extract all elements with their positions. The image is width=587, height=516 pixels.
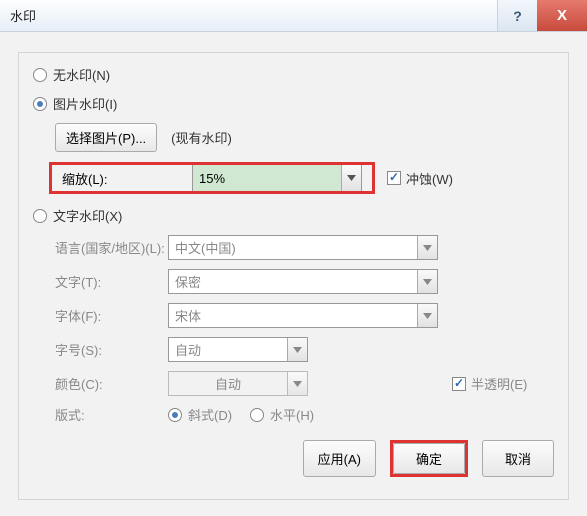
scale-row: 缩放(L): 15% 冲蚀(W) <box>49 162 554 194</box>
color-combo[interactable]: 自动 <box>168 371 308 396</box>
options-group: 无水印(N) 图片水印(I) 选择图片(P)... (现有水印) 缩放(L): … <box>18 52 569 500</box>
color-value: 自动 <box>169 374 287 393</box>
washout-option: 冲蚀(W) <box>387 169 453 188</box>
size-combo[interactable]: 自动 <box>168 337 308 362</box>
radio-diagonal-label: 斜式(D) <box>188 405 232 424</box>
color-row: 颜色(C): 自动 半透明(E) <box>33 371 554 396</box>
radio-text-watermark[interactable] <box>33 209 47 223</box>
semitransparent-label: 半透明(E) <box>471 374 527 393</box>
radio-no-watermark-label: 无水印(N) <box>53 65 110 84</box>
layout-radios: 斜式(D) 水平(H) <box>168 405 314 424</box>
select-picture-button[interactable]: 选择图片(P)... <box>55 123 157 152</box>
washout-label: 冲蚀(W) <box>406 169 453 188</box>
dialog-buttons: 应用(A) 确定 取消 <box>33 440 554 477</box>
dialog-title: 水印 <box>10 6 497 25</box>
radio-picture-watermark-row: 图片水印(I) <box>33 94 554 113</box>
color-label: 颜色(C): <box>33 374 168 393</box>
chevron-down-icon <box>287 372 307 395</box>
radio-no-watermark-row: 无水印(N) <box>33 65 554 84</box>
size-value: 自动 <box>169 340 287 359</box>
radio-picture-watermark[interactable] <box>33 97 47 111</box>
text-combo[interactable]: 保密 <box>168 269 438 294</box>
help-button[interactable]: ? <box>497 0 537 31</box>
layout-label: 版式: <box>33 405 168 424</box>
radio-text-watermark-row: 文字水印(X) <box>33 206 554 225</box>
language-combo[interactable]: 中文(中国) <box>168 235 438 260</box>
text-label: 文字(T): <box>33 272 168 291</box>
size-row: 字号(S): 自动 <box>33 337 554 362</box>
watermark-dialog: 水印 ? X 无水印(N) 图片水印(I) 选择图片(P)... (现有水印) … <box>0 0 587 500</box>
scale-highlight: 缩放(L): 15% <box>49 162 375 194</box>
radio-no-watermark[interactable] <box>33 68 47 82</box>
font-label: 字体(F): <box>33 306 168 325</box>
font-value: 宋体 <box>169 306 417 325</box>
ok-button[interactable]: 确定 <box>393 443 465 474</box>
chevron-down-icon <box>417 304 437 327</box>
radio-horizontal[interactable] <box>250 408 264 422</box>
chevron-down-icon <box>417 270 437 293</box>
scale-label: 缩放(L): <box>52 165 192 191</box>
text-value: 保密 <box>169 272 417 291</box>
select-picture-row: 选择图片(P)... (现有水印) <box>55 123 554 152</box>
existing-watermark-label: (现有水印) <box>171 128 232 147</box>
text-row: 文字(T): 保密 <box>33 269 554 294</box>
radio-diagonal[interactable] <box>168 408 182 422</box>
chevron-down-icon <box>417 236 437 259</box>
chevron-down-icon <box>287 338 307 361</box>
titlebar: 水印 ? X <box>0 0 587 32</box>
font-row: 字体(F): 宋体 <box>33 303 554 328</box>
ok-highlight: 确定 <box>390 440 468 477</box>
size-label: 字号(S): <box>33 340 168 359</box>
scale-value: 15% <box>193 171 341 186</box>
titlebar-buttons: ? X <box>497 0 587 31</box>
radio-text-watermark-label: 文字水印(X) <box>53 206 122 225</box>
semitransparent-option: 半透明(E) <box>452 374 527 393</box>
radio-picture-watermark-label: 图片水印(I) <box>53 94 117 113</box>
cancel-button[interactable]: 取消 <box>482 440 554 477</box>
dialog-content: 无水印(N) 图片水印(I) 选择图片(P)... (现有水印) 缩放(L): … <box>0 32 587 516</box>
scale-combo[interactable]: 15% <box>192 165 362 191</box>
close-button[interactable]: X <box>537 0 587 31</box>
semitransparent-checkbox[interactable] <box>452 377 466 391</box>
radio-horizontal-label: 水平(H) <box>270 405 314 424</box>
apply-button[interactable]: 应用(A) <box>303 440 376 477</box>
language-value: 中文(中国) <box>169 238 417 257</box>
font-combo[interactable]: 宋体 <box>168 303 438 328</box>
layout-row: 版式: 斜式(D) 水平(H) <box>33 405 554 424</box>
chevron-down-icon <box>341 165 361 191</box>
washout-checkbox[interactable] <box>387 171 401 185</box>
language-label: 语言(国家/地区)(L): <box>33 238 168 257</box>
language-row: 语言(国家/地区)(L): 中文(中国) <box>33 235 554 260</box>
